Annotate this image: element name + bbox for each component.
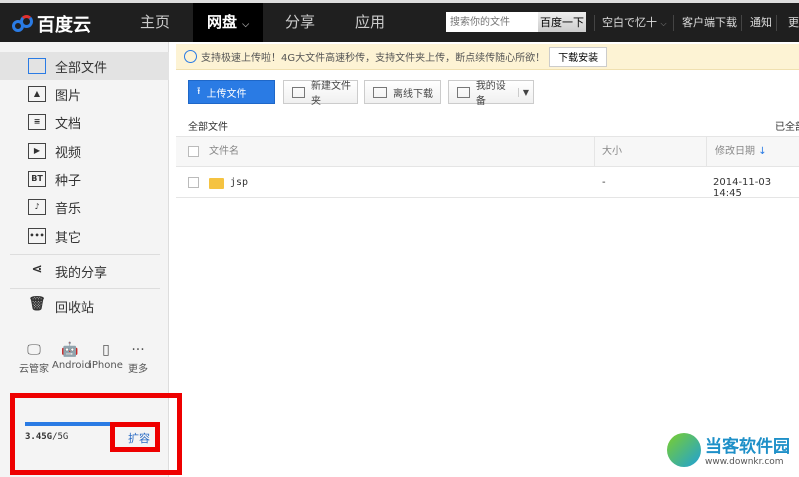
bt-icon: BT — [28, 171, 46, 187]
device-android[interactable]: 🤖 Android — [52, 342, 91, 371]
download-install-button[interactable]: 下载安装 — [549, 46, 608, 67]
my-devices-button[interactable]: 我的设备 ▼ — [448, 80, 534, 107]
sidebar-item-all-files[interactable]: 全部文件 — [0, 52, 169, 80]
chevron-down-icon: ⌵ — [242, 20, 250, 30]
notice-text: 支持极速上传啦！4G大文件高速秒传，支持文件夹上传，断点续传随心所欲！ — [201, 53, 546, 64]
nav-home[interactable]: 主页 — [125, 3, 185, 42]
sidebar-item-docs[interactable]: ≡ 文档 — [0, 108, 169, 136]
sidebar-item-label: 回收站 — [55, 300, 95, 316]
video-icon: ▶ — [28, 143, 46, 159]
cloud-logo-icon — [12, 15, 34, 33]
sidebar-item-label: 全部文件 — [55, 60, 108, 76]
loaded-status: 已全部 — [775, 122, 799, 133]
sidebar-item-recycle-bin[interactable]: 🗑 回收站 — [0, 292, 169, 320]
select-all-checkbox[interactable] — [188, 146, 199, 157]
monitor-icon: 🖵 — [27, 342, 41, 358]
client-download-link[interactable]: 客户端下载 — [682, 3, 737, 42]
android-icon: 🤖 — [61, 342, 79, 358]
device-label: 云管家 — [19, 364, 49, 375]
device-pc[interactable]: 🖵 云管家 — [16, 342, 52, 375]
device-label: 更多 — [128, 364, 148, 375]
upload-button[interactable]: ⭱ 上传文件 — [188, 80, 275, 104]
baidu-cloud-logo[interactable]: 百度云 — [12, 11, 91, 37]
offline-download-label: 离线下载 — [393, 88, 433, 100]
upload-icon: ⭱ — [197, 85, 201, 97]
nav-share[interactable]: 分享 — [270, 3, 330, 42]
row-checkbox[interactable] — [188, 177, 199, 188]
table-row[interactable]: jsp - 2014-11-03 14:45 — [176, 168, 799, 199]
table-header: 文件名 大小 修改日期 ↓ — [176, 136, 799, 167]
watermark-url: www.downkr.com — [705, 457, 784, 467]
header-modified[interactable]: 修改日期 ↓ — [715, 137, 767, 166]
more-link[interactable]: 更 — [788, 3, 799, 42]
file-date: 2014-11-03 14:45 — [713, 177, 772, 199]
sidebar-item-label: 我的分享 — [55, 265, 108, 281]
search-box: 百度一下 — [446, 12, 586, 32]
file-name[interactable]: jsp — [230, 177, 248, 188]
nav-netdisk-label: 网盘 — [206, 13, 237, 31]
sidebar-item-label: 文档 — [55, 116, 82, 132]
my-devices-label: 我的设备 — [475, 81, 506, 107]
phone-icon: ▯ — [102, 342, 110, 358]
more-icon: ••• — [28, 228, 46, 244]
share-icon: ⋖ — [31, 262, 43, 277]
sidebar-item-music[interactable]: ♪ 音乐 — [0, 193, 169, 221]
new-folder-button[interactable]: 新建文件夹 — [283, 80, 358, 107]
ellipsis-icon: ··· — [131, 342, 145, 358]
new-folder-icon — [292, 86, 306, 98]
highlight-box-expand — [110, 422, 160, 452]
chevron-down-icon: ⌵ — [660, 19, 667, 28]
device-label: Android — [52, 360, 91, 371]
username: 空白で忆十 — [602, 16, 657, 29]
header-filename[interactable]: 文件名 — [209, 137, 239, 166]
device-icon — [457, 86, 470, 98]
device-more[interactable]: ··· 更多 — [120, 342, 156, 375]
watermark-logo-icon — [667, 432, 701, 467]
smile-icon — [184, 50, 197, 63]
device-iphone[interactable]: ▯ iPhone — [88, 342, 124, 371]
logo-text: 百度云 — [37, 15, 91, 36]
sidebar-item-label: 种子 — [55, 173, 82, 189]
document-icon: ≡ — [28, 114, 46, 130]
sidebar-item-torrents[interactable]: BT 种子 — [0, 165, 169, 193]
breadcrumb[interactable]: 全部文件 — [188, 118, 228, 133]
offline-download-button[interactable]: 离线下载 — [364, 80, 441, 104]
image-icon: ▲ — [28, 86, 46, 102]
notifications-link[interactable]: 通知 — [750, 3, 772, 42]
search-input[interactable] — [446, 12, 538, 32]
nav-apps[interactable]: 应用 — [340, 3, 400, 42]
search-button[interactable]: 百度一下 — [538, 12, 586, 32]
user-menu[interactable]: 空白で忆十 ⌵ — [602, 3, 667, 42]
sidebar-item-label: 音乐 — [55, 201, 82, 217]
top-bar: 百度云 主页 网盘 ⌵ 分享 应用 百度一下 空白で忆十 ⌵ 客户端下载 通知 … — [0, 3, 799, 42]
nav-netdisk[interactable]: 网盘 ⌵ — [193, 3, 263, 42]
device-label: iPhone — [89, 360, 123, 371]
sidebar-item-my-shares[interactable]: ⋖ 我的分享 — [0, 257, 169, 285]
music-icon: ♪ — [28, 199, 46, 215]
offline-download-icon — [373, 86, 387, 98]
sidebar-item-label: 视频 — [55, 145, 82, 161]
sidebar-item-label: 其它 — [55, 230, 82, 246]
sidebar-item-videos[interactable]: ▶ 视频 — [0, 137, 169, 165]
new-folder-label: 新建文件夹 — [311, 81, 352, 107]
dropdown-arrow-icon[interactable]: ▼ — [517, 87, 533, 97]
sidebar-item-label: 图片 — [55, 88, 82, 104]
folder-icon — [209, 178, 224, 189]
sidebar-item-images[interactable]: ▲ 图片 — [0, 80, 169, 108]
sidebar-item-other[interactable]: ••• 其它 — [0, 222, 169, 250]
header-size[interactable]: 大小 — [602, 137, 622, 166]
sort-down-icon: ↓ — [758, 146, 767, 157]
header-modified-label: 修改日期 — [715, 146, 755, 157]
files-icon — [28, 58, 46, 74]
file-size: - — [602, 177, 606, 188]
upload-label: 上传文件 — [206, 88, 247, 100]
trash-icon: 🗑 — [28, 296, 46, 312]
notice-bar: 支持极速上传啦！4G大文件高速秒传，支持文件夹上传，断点续传随心所欲！ 下载安装 — [176, 44, 799, 70]
watermark: 当客软件园 www.downkr.com — [667, 432, 790, 467]
watermark-title: 当客软件园 — [705, 437, 790, 457]
